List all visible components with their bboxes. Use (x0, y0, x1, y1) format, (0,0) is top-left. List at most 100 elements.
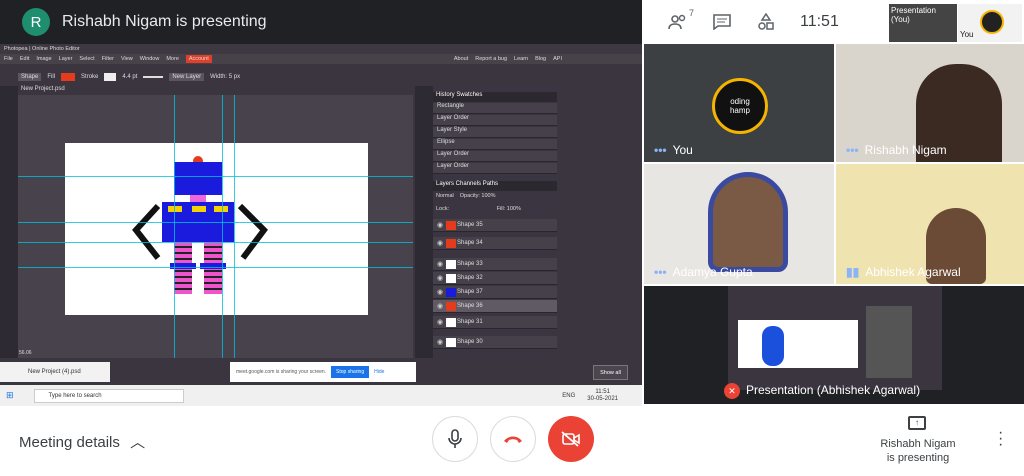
people-icon (668, 14, 686, 30)
shape-dropdown[interactable]: Shape (18, 73, 42, 81)
layer-row-selected[interactable]: ◉ Shape 36 (433, 300, 557, 313)
participant-video-face (708, 172, 788, 272)
layer-row[interactable]: ◉ Shape 32 (433, 272, 557, 285)
zoom-level[interactable]: 56.06 (19, 350, 32, 356)
stroke-size[interactable]: 4.4 pt (122, 74, 137, 80)
show-all-button[interactable]: Show all (593, 365, 628, 380)
thumb-logo (980, 10, 1004, 34)
eye-icon[interactable]: ◉ (437, 260, 443, 268)
tile-you[interactable]: oding hamp ••• You (644, 44, 834, 162)
hide-button[interactable]: Hide (374, 369, 384, 375)
lock-label: Lock: (436, 206, 450, 212)
layer-thumb (446, 301, 456, 311)
self-thumbnail-presentation[interactable]: Presentation (You) (889, 4, 957, 42)
history-item[interactable]: Layer Order (433, 151, 557, 162)
menu-view[interactable]: View (121, 56, 133, 62)
history-item[interactable]: Layer Order (433, 163, 557, 174)
history-item[interactable]: Rectangle (433, 103, 557, 114)
microphone-button[interactable] (432, 416, 478, 462)
menu-edit[interactable]: Edit (20, 56, 29, 62)
participant-name-label: Presentation (Abhishek Agarwal) (746, 383, 921, 397)
presenting-title: Rishabh Nigam is presenting (62, 13, 267, 30)
layer-row[interactable]: ◉ Shape 34 (433, 237, 557, 250)
menu-select[interactable]: Select (79, 56, 94, 62)
people-count: 7 (688, 8, 694, 18)
menu-account[interactable]: Account (185, 55, 212, 63)
fill-swatch[interactable] (61, 73, 76, 81)
meeting-details-button[interactable]: Meeting details ︿ (19, 431, 145, 452)
tile-rishabh[interactable]: ••• Rishabh Nigam (836, 44, 1024, 162)
link-report-bug[interactable]: Report a bug (475, 56, 507, 62)
app-menu-bar: File Edit Image Layer Select Filter View… (0, 54, 642, 64)
stop-sharing-button[interactable]: Stop sharing (331, 366, 370, 378)
history-item[interactable]: Ellipse (433, 139, 557, 150)
menu-filter[interactable]: Filter (102, 56, 114, 62)
link-learn[interactable]: Learn (514, 56, 528, 62)
presenting-status: Rishabh Nigam is presenting (870, 437, 966, 465)
end-call-button[interactable] (490, 416, 536, 462)
layer-row[interactable]: ◉ Shape 31 (433, 316, 557, 329)
layer-row[interactable]: ◉ Shape 30 (433, 336, 557, 349)
tile-adamya[interactable]: ••• Adamya Gupta (644, 164, 834, 284)
more-options-icon[interactable]: · · · (998, 425, 1003, 453)
people-button[interactable]: 7 (656, 0, 700, 44)
history-item[interactable]: Layer Order (433, 115, 557, 126)
layer-name: Shape 32 (457, 275, 483, 281)
history-panel-tabs[interactable]: History Swatches (433, 92, 557, 102)
eye-icon[interactable]: ◉ (437, 221, 443, 229)
tile-abhishek[interactable]: ▮▮ Abhishek Agarwal (836, 164, 1024, 284)
menu-more[interactable]: More (166, 56, 179, 62)
participant-name: ••• Adamya Gupta (654, 265, 753, 279)
self-thumbnail-you[interactable]: You (958, 4, 1022, 42)
participant-name: ••• Rishabh Nigam (846, 143, 947, 157)
tile-presentation[interactable]: ✕ Presentation (Abhishek Agarwal) (644, 286, 1024, 404)
presentation-canvas (738, 320, 858, 368)
presenter-avatar: R (22, 8, 50, 36)
blend-mode-dropdown[interactable]: Normal (436, 193, 454, 203)
menu-file[interactable]: File (4, 56, 13, 62)
layer-row[interactable]: ◉ Shape 37 (433, 286, 557, 299)
chat-button[interactable] (700, 0, 744, 44)
link-blog[interactable]: Blog (535, 56, 546, 62)
history-item[interactable]: Layer Style (433, 127, 557, 138)
chat-icon (713, 14, 731, 30)
eye-icon[interactable]: ◉ (437, 274, 443, 282)
participant-name: ✕ Presentation (Abhishek Agarwal) (724, 383, 920, 399)
guide-v1 (174, 95, 175, 358)
eye-icon[interactable]: ◉ (437, 338, 443, 346)
width-field[interactable]: Width: 5 px (210, 74, 240, 80)
stroke-swatch[interactable] (104, 73, 117, 81)
link-about[interactable]: About (454, 56, 468, 62)
menu-image[interactable]: Image (36, 56, 51, 62)
present-screen-icon[interactable]: ↑ (908, 416, 926, 430)
layers-panel-tabs[interactable]: Layers Channels Paths (433, 181, 557, 191)
eye-icon[interactable]: ◉ (437, 318, 443, 326)
windows-start-icon[interactable]: ⊞ (6, 390, 14, 401)
layer-name: Shape 34 (457, 240, 483, 246)
stroke-line-icon[interactable] (143, 76, 164, 78)
tools-panel[interactable] (0, 86, 18, 358)
taskbar-search-input[interactable]: Type here to search (33, 388, 184, 403)
new-layer-dropdown[interactable]: New Layer (169, 73, 205, 81)
camera-button[interactable] (548, 416, 594, 462)
mic-muted-icon: ✕ (724, 383, 740, 399)
eye-icon[interactable]: ◉ (437, 302, 443, 310)
document-tab[interactable]: New Project.psd (18, 86, 418, 95)
panel-icons-strip[interactable] (415, 86, 433, 358)
layer-row[interactable]: ◉ Shape 35 (433, 219, 557, 232)
eye-icon[interactable]: ◉ (437, 288, 443, 296)
activities-button[interactable] (744, 0, 788, 44)
windows-taskbar: ⊞ Type here to search ENG 11:51 30-05-20… (0, 385, 642, 406)
fill-field[interactable]: Fill: 100% (497, 206, 521, 212)
microphone-icon (448, 429, 462, 448)
thumb-presentation-label: Presentation (891, 6, 936, 15)
link-api[interactable]: API (553, 56, 562, 62)
eye-icon[interactable]: ◉ (437, 239, 443, 247)
download-file[interactable]: New Project (4).psd (0, 362, 110, 382)
window-title: Photopea | Online Photo Editor (4, 46, 80, 52)
menu-window[interactable]: Window (140, 56, 160, 62)
coding-champ-logo: oding hamp (712, 78, 768, 134)
opacity-field[interactable]: Opacity: 100% (460, 193, 496, 203)
layer-row[interactable]: ◉ Shape 33 (433, 258, 557, 271)
menu-layer[interactable]: Layer (59, 56, 73, 62)
